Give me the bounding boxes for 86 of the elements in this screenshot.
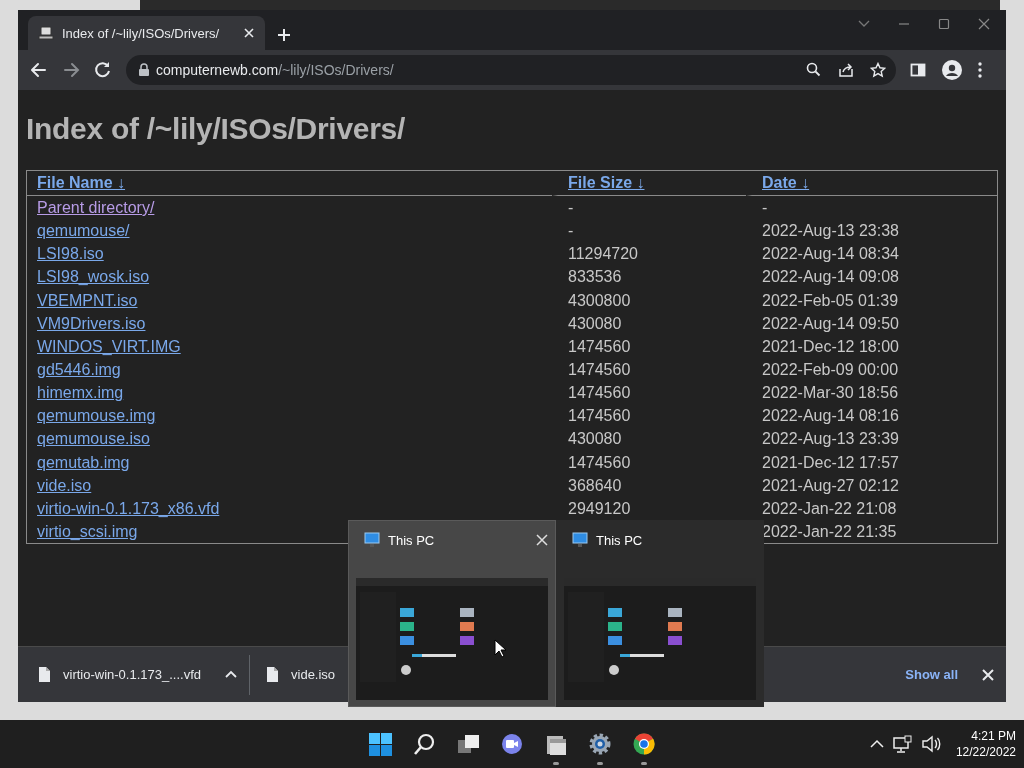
file-icon — [266, 666, 279, 683]
download-filename[interactable]: vide.iso — [291, 667, 336, 682]
maximize-icon[interactable] — [938, 18, 950, 30]
column-sort-link[interactable]: File Size ↓ — [568, 174, 645, 191]
file-link[interactable]: LSI98.iso — [37, 245, 104, 263]
file-date: 2022-Aug-14 09:08 — [762, 268, 899, 286]
file-icon — [38, 666, 51, 683]
file-size: 4300800 — [568, 291, 631, 309]
column-sort-link[interactable]: File Name ↓ — [37, 174, 126, 191]
file-date: 2022-Aug-14 09:50 — [762, 314, 899, 332]
cursor-icon — [494, 639, 508, 658]
file-size: 11294720 — [568, 245, 638, 263]
menu-icon[interactable] — [978, 62, 982, 78]
file-size: 1474560 — [568, 453, 631, 471]
file-date: 2022-Mar-30 18:56 — [762, 384, 899, 402]
back-arrow-icon[interactable] — [30, 61, 48, 79]
video-chat-icon[interactable] — [501, 733, 523, 755]
file-size: 430080 — [568, 314, 622, 332]
chrome-icon[interactable] — [633, 733, 655, 755]
file-size: 368640 — [568, 476, 622, 494]
computer-icon — [38, 25, 54, 41]
file-size: - — [568, 199, 574, 217]
file-date: 2022-Jan-22 21:08 — [762, 499, 897, 517]
file-date: 2022-Aug-14 08:34 — [762, 245, 899, 263]
clock-date[interactable]: 12/22/2022 — [955, 744, 1016, 760]
star-icon[interactable] — [870, 62, 886, 78]
profile-icon[interactable] — [942, 60, 962, 80]
window-preview[interactable]: This PC — [348, 520, 556, 707]
search-icon[interactable] — [413, 733, 435, 755]
monitor-icon — [364, 532, 380, 548]
file-link[interactable]: LSI98_wosk.iso — [37, 268, 150, 286]
file-size: 1474560 — [568, 361, 631, 379]
windows-logo-icon[interactable] — [368, 732, 392, 756]
column-sort-link[interactable]: Date ↓ — [762, 174, 810, 191]
volume-icon[interactable] — [920, 734, 941, 754]
chevron-up-icon[interactable] — [869, 739, 884, 749]
browser-tab[interactable]: Index of /~lily/ISOs/Drivers/ — [28, 16, 265, 50]
file-link[interactable]: qemumouse.iso — [37, 430, 150, 448]
file-link[interactable]: qemumouse.img — [37, 407, 156, 425]
gear-icon[interactable] — [589, 733, 611, 755]
file-size: - — [568, 222, 574, 240]
file-date: 2022-Aug-13 23:39 — [762, 430, 899, 448]
file-link[interactable]: VM9Drivers.iso — [37, 314, 146, 332]
file-date: 2022-Aug-13 23:38 — [762, 222, 899, 240]
new-tab-icon[interactable] — [277, 28, 291, 42]
share-icon[interactable] — [838, 62, 854, 78]
file-date: 2022-Feb-09 00:00 — [762, 361, 899, 379]
file-link[interactable]: VBEMPNT.iso — [37, 291, 138, 309]
preview-title: This PC — [388, 532, 436, 548]
file-size: 2949120 — [568, 499, 631, 517]
search-icon[interactable] — [806, 62, 822, 78]
file-date: 2022-Aug-14 08:16 — [762, 407, 899, 425]
file-size: 1474560 — [568, 337, 631, 355]
file-link[interactable]: Parent directory/ — [37, 199, 155, 217]
file-link[interactable]: WINDOS_VIRT.IMG — [37, 337, 181, 355]
close-icon[interactable] — [978, 18, 990, 30]
file-date: 2021-Dec-12 18:00 — [762, 337, 899, 355]
file-date: - — [762, 199, 768, 217]
file-size: 1474560 — [568, 407, 631, 425]
file-link[interactable]: vide.iso — [37, 476, 92, 494]
file-date: 2022-Jan-22 21:35 — [762, 523, 897, 541]
download-filename[interactable]: virtio-win-0.1.173_....vfd — [63, 667, 201, 682]
file-link[interactable]: himemx.img — [37, 384, 124, 402]
file-link[interactable]: qemutab.img — [37, 453, 130, 471]
address-bar[interactable]: computernewb.com/~lily/ISOs/Drivers/ — [126, 55, 896, 85]
file-link[interactable]: virtio-win-0.1.173_x86.vfd — [37, 499, 220, 517]
file-link[interactable]: gd5446.img — [37, 361, 121, 379]
file-date: 2022-Feb-05 01:39 — [762, 291, 899, 309]
reload-icon[interactable] — [94, 61, 112, 79]
file-link[interactable]: virtio_scsi.img — [37, 523, 138, 541]
monitor-icon — [572, 532, 588, 548]
file-size: 1474560 — [568, 384, 631, 402]
task-view-icon[interactable] — [456, 733, 480, 755]
page-heading: Index of /~lily/ISOs/Drivers/ — [26, 111, 406, 147]
show-all-link[interactable]: Show all — [905, 667, 958, 682]
clock-time[interactable]: 4:21 PM — [971, 728, 1016, 744]
side-panel-icon[interactable] — [910, 62, 926, 78]
file-size: 833536 — [568, 268, 622, 286]
caret-up-icon[interactable] — [225, 669, 237, 680]
preview-title: This PC — [596, 532, 644, 548]
network-icon[interactable] — [892, 735, 912, 753]
file-size: 430080 — [568, 430, 622, 448]
file-date: 2021-Dec-12 17:57 — [762, 453, 899, 471]
file-date: 2021-Aug-27 02:12 — [762, 476, 899, 494]
lock-icon — [138, 63, 150, 77]
file-link[interactable]: qemumouse/ — [37, 222, 130, 240]
